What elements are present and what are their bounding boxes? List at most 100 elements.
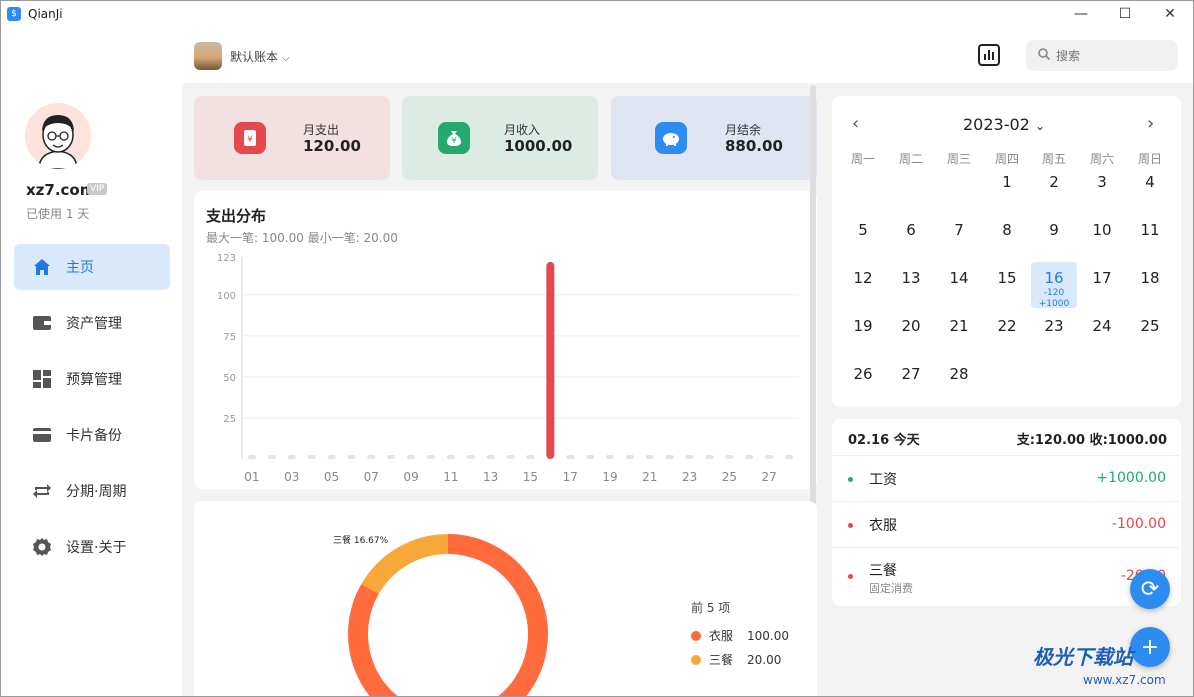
day-number: 14: [949, 269, 969, 287]
title-bar: $ QianJi — ☐ ✕: [1, 1, 1193, 29]
x-tick-label: 21: [642, 470, 657, 484]
close-button[interactable]: ✕: [1147, 1, 1193, 29]
day-number: 7: [954, 221, 964, 239]
day-number: 5: [858, 221, 868, 239]
day-number: 9: [1049, 221, 1059, 239]
piggy-bank-icon: [655, 122, 687, 154]
day-number: 1: [1002, 173, 1012, 191]
calendar-month[interactable]: 2023-02 ⌄: [963, 115, 1045, 134]
summary-value: 1000.00: [504, 137, 573, 155]
calendar-day[interactable]: 28: [936, 358, 982, 404]
day-number: 18: [1140, 269, 1160, 287]
avatar[interactable]: [25, 103, 91, 169]
prev-month-button[interactable]: ‹: [852, 113, 859, 134]
monthly-balance-card[interactable]: 月结余 880.00: [611, 96, 817, 180]
expense-bar-chart: 25 50 75 100 123 01 03 05 07 09 11 13 15 17 19 21 23 25 27: [217, 253, 799, 484]
book-selector[interactable]: 默认账本 ⌵: [230, 48, 289, 65]
weekday-label: 周二: [898, 152, 923, 166]
record-item[interactable]: 三餐 固定消费 -20.00: [832, 547, 1180, 605]
calendar-day[interactable]: 8: [984, 214, 1030, 260]
day-number: 17: [1092, 269, 1112, 287]
refresh-icon: ⟳: [1140, 576, 1160, 602]
calendar-day[interactable]: 7: [936, 214, 982, 260]
search-input[interactable]: [1056, 48, 1166, 63]
search-icon: [1038, 48, 1051, 63]
content-scrollbar[interactable]: [810, 85, 816, 545]
legend-title: 前 5 项: [691, 601, 731, 615]
calendar-day[interactable]: 14: [936, 262, 982, 308]
calendar-day[interactable]: 10: [1079, 214, 1125, 260]
monthly-expense-card[interactable]: ¥ 月支出 120.00: [194, 96, 390, 180]
calendar-day[interactable]: 18: [1127, 262, 1173, 308]
calendar-day[interactable]: 27: [888, 358, 934, 404]
minimize-button[interactable]: —: [1058, 1, 1104, 29]
calendar-day[interactable]: 19: [840, 310, 886, 356]
calendar-day[interactable]: 22: [984, 310, 1030, 356]
calendar-day[interactable]: 1: [984, 166, 1030, 212]
empty-bar: [685, 455, 694, 459]
record-dot: [848, 574, 853, 579]
empty-bar: [267, 455, 276, 459]
calendar-day[interactable]: 5: [840, 214, 886, 260]
day-number: 2: [1049, 173, 1059, 191]
day-number: 25: [1140, 317, 1160, 335]
nav-item-card-backup[interactable]: 卡片备份: [14, 412, 170, 458]
nav-item-settings[interactable]: 设置·关于: [14, 524, 170, 570]
empty-bar: [526, 455, 535, 459]
calendar-day[interactable]: 12: [840, 262, 886, 308]
calendar-day[interactable]: 3: [1079, 166, 1125, 212]
record-item[interactable]: 工资 +1000.00: [832, 455, 1180, 501]
record-item[interactable]: 衣服 -100.00: [832, 501, 1180, 547]
expense-distribution-panel: 支出分布 最大一笔: 100.00 最小一笔: 20.00 25 50 75 100 1…: [194, 191, 817, 489]
calendar-day[interactable]: 23: [1031, 310, 1077, 356]
calendar-day[interactable]: 9: [1031, 214, 1077, 260]
legend-value: 100.00: [747, 628, 790, 643]
calendar-day[interactable]: 17: [1079, 262, 1125, 308]
empty-bar: [765, 455, 774, 459]
legend-dot: [691, 654, 701, 665]
legend-item[interactable]: 衣服 100.00: [691, 627, 789, 644]
summary-value: 120.00: [303, 137, 361, 155]
search-box[interactable]: [1026, 40, 1178, 71]
day-number: 24: [1092, 317, 1112, 335]
calendar-day[interactable]: 16 -120 +1000: [1031, 262, 1077, 309]
sidebar: xz7.com VIP 已使用 1 天 主页 资产管理 预算管理 卡片备份 分期…: [1, 29, 182, 696]
refresh-button[interactable]: ⟳: [1130, 569, 1170, 609]
day-income: +1000: [1038, 299, 1070, 309]
calendar-day[interactable]: 6: [888, 214, 934, 260]
donut-slice[interactable]: [361, 534, 449, 595]
day-expense: -120: [1043, 288, 1065, 298]
calendar-day[interactable]: 21: [936, 310, 982, 356]
monthly-income-card[interactable]: ¥ 月收入 1000.00: [402, 96, 598, 180]
statistics-button[interactable]: [978, 44, 1000, 66]
next-month-button[interactable]: ›: [1147, 113, 1154, 134]
nav-item-assets[interactable]: 资产管理: [14, 300, 170, 346]
nav-item-home[interactable]: 主页: [14, 244, 170, 290]
legend-item[interactable]: 三餐 20.00: [691, 651, 781, 668]
book-cover-image[interactable]: [194, 42, 222, 70]
day-number: 19: [853, 317, 873, 335]
summary-label: 月结余: [725, 123, 762, 137]
empty-bar: [606, 455, 615, 459]
y-tick-label: 100: [217, 291, 236, 302]
nav-item-installments[interactable]: 分期·周期: [14, 468, 170, 514]
calendar-day[interactable]: 26: [840, 358, 886, 404]
day-number: 3: [1097, 173, 1107, 191]
weekday-label: 周四: [994, 152, 1019, 166]
add-record-button[interactable]: +: [1130, 627, 1170, 667]
empty-bar: [247, 455, 256, 459]
empty-bar: [586, 455, 595, 459]
calendar-day[interactable]: 24: [1079, 310, 1125, 356]
calendar-day[interactable]: 2: [1031, 166, 1077, 212]
calendar-day[interactable]: 13: [888, 262, 934, 308]
day-number: 23: [1044, 317, 1064, 335]
calendar-day[interactable]: 15: [984, 262, 1030, 308]
calendar-day[interactable]: 4: [1127, 166, 1173, 212]
calendar-day[interactable]: 25: [1127, 310, 1173, 356]
calendar-day[interactable]: 20: [888, 310, 934, 356]
y-tick-label: 25: [223, 414, 236, 425]
expense-bar[interactable]: [546, 261, 555, 459]
maximize-button[interactable]: ☐: [1102, 1, 1148, 29]
calendar-day[interactable]: 11: [1127, 214, 1173, 260]
nav-item-budget[interactable]: 预算管理: [14, 356, 170, 402]
